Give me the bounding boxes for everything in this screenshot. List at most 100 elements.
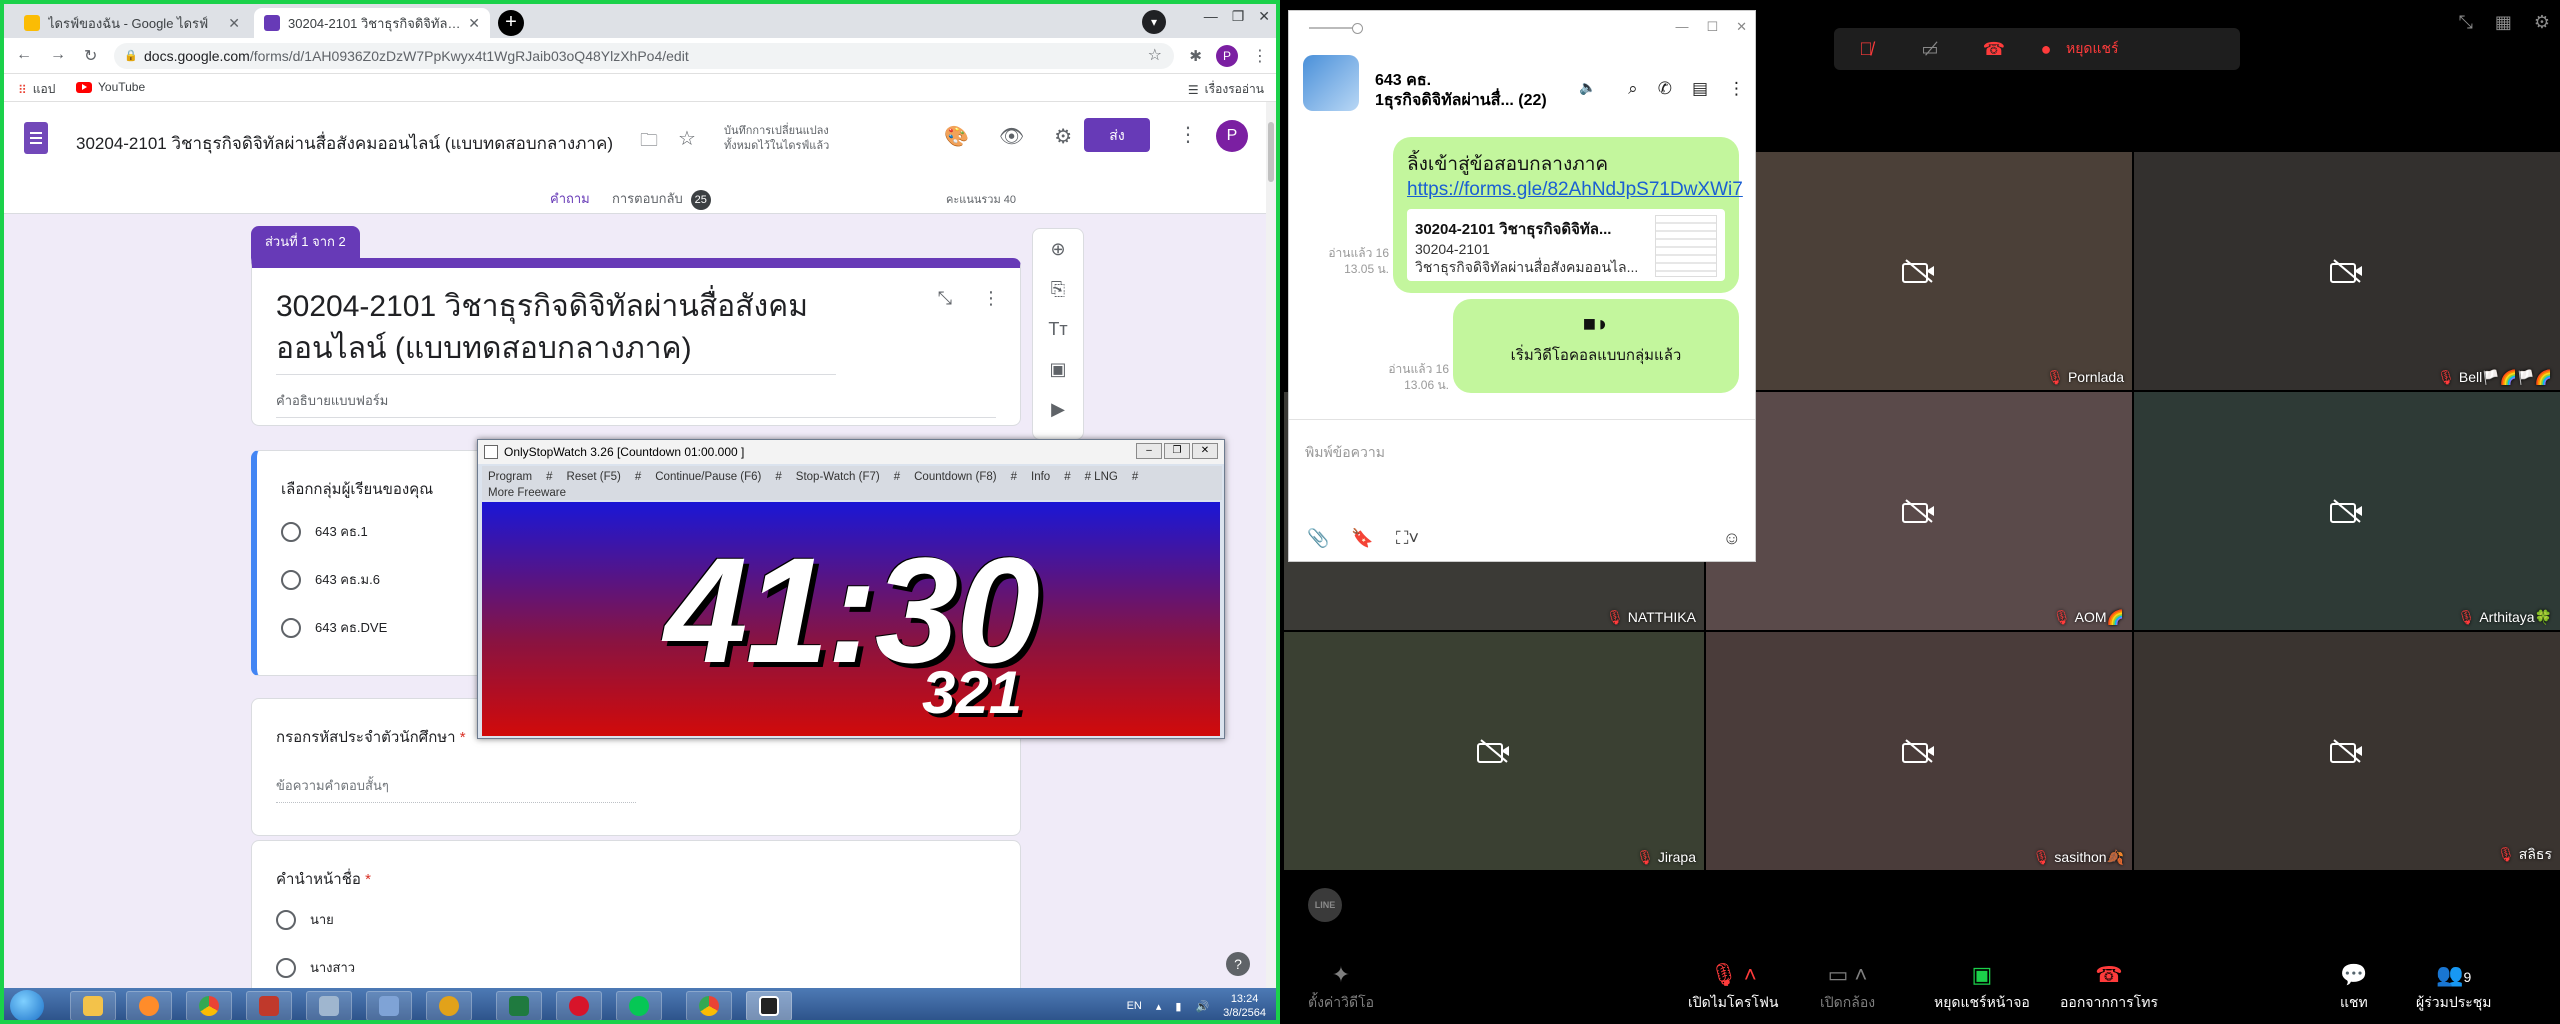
start-button[interactable] (10, 990, 44, 1020)
taskbar-firefox[interactable] (126, 991, 172, 1020)
taskbar-stopwatch[interactable] (746, 991, 792, 1020)
stop-screen-share-button[interactable]: ▣ หยุดแชร์หน้าจอ (1934, 962, 2030, 1014)
radio-circle[interactable] (281, 617, 301, 638)
forms-logo-icon[interactable] (24, 122, 48, 154)
close-icon[interactable]: ✕ (228, 15, 240, 32)
close-icon[interactable]: ✕ (1736, 19, 1747, 35)
taskbar-chrome-profile[interactable] (686, 991, 732, 1020)
chat-menu-icon[interactable]: ⋮ (1728, 79, 1745, 99)
minimize-icon[interactable]: – (1136, 443, 1162, 459)
taskbar-chrome[interactable] (186, 991, 232, 1020)
message-input[interactable]: พิมพ์ข้อความ (1305, 442, 1385, 464)
back-icon[interactable]: ← (16, 46, 32, 64)
participant-tile[interactable]: 🎙 สลิธร (2134, 632, 2560, 870)
menu-lng[interactable]: # LNG (1085, 471, 1118, 483)
minimize-icon[interactable]: — (1675, 19, 1688, 35)
menu-more-freeware[interactable]: More Freeware (488, 485, 1216, 501)
mic-muted-icon[interactable]: 🎙̸ (1834, 39, 1898, 60)
emoji-icon[interactable]: ☺ (1723, 528, 1741, 549)
group-name[interactable]: 643 คธ. 1ธุรกิจดิจิทัลผ่านสื่... (22) (1375, 71, 1547, 111)
save-status[interactable]: บันทึกการเปลี่ยนแปลงทั้งหมดไว้ในไดรฟ์แล้… (724, 124, 844, 154)
close-icon[interactable]: ✕ (1258, 8, 1270, 25)
search-icon[interactable]: ⌕ (1628, 79, 1638, 99)
maximize-icon[interactable]: ❐ (1164, 443, 1190, 459)
taskbar-app[interactable] (306, 991, 352, 1020)
help-icon[interactable]: ? (1226, 952, 1250, 976)
stopwatch-titlebar[interactable]: OnlyStopWatch 3.26 [Countdown 01:00.000 … (478, 440, 1224, 464)
bookmark-youtube[interactable]: YouTube (76, 80, 145, 94)
menu-reset[interactable]: Reset (F5) (567, 471, 621, 483)
folder-icon[interactable]: 🗀 (640, 128, 658, 158)
participant-tile[interactable]: 🎙 AOM🌈 (1706, 392, 2132, 630)
collapse-icon[interactable]: ⤡ (938, 288, 952, 309)
radio-option[interactable]: 643 คธ.1 (281, 521, 368, 542)
radio-circle[interactable] (281, 521, 301, 542)
hangup-icon[interactable]: ☎ (1962, 39, 2026, 60)
chat-message-link[interactable]: ลิ้งเข้าสู่ข้อสอบกลางภาค https://forms.g… (1393, 137, 1743, 293)
menu-stopwatch[interactable]: Stop-Watch (F7) (796, 471, 880, 483)
settings-gear-icon[interactable]: ⚙ (1054, 124, 1072, 149)
add-image-icon[interactable]: ▣ (1033, 349, 1083, 389)
taskbar-app[interactable] (246, 991, 292, 1020)
clock[interactable]: 13:24 3/8/2564 (1223, 992, 1266, 1020)
mute-icon[interactable]: 🔈 (1579, 79, 1596, 96)
opacity-slider[interactable] (1309, 23, 1363, 34)
layout-icon[interactable]: ▦ (2495, 12, 2512, 33)
taskbar-app[interactable] (426, 991, 472, 1020)
url-input[interactable]: 🔒 docs.google.com/forms/d/1AH0936Z0zDzW7… (114, 43, 1174, 69)
shrink-icon[interactable]: ⤡ (2458, 12, 2472, 33)
add-title-icon[interactable]: Tт (1033, 309, 1083, 349)
bookmark-star-icon[interactable]: ☆ (1148, 43, 1162, 69)
bookmark-apps[interactable]: ⠿ แอป (18, 80, 55, 99)
menu-info[interactable]: Info (1031, 471, 1050, 483)
new-tab-button[interactable]: + (498, 10, 524, 36)
chat-message-call[interactable]: ■◗ เริ่มวิดีโอคอลแบบกลุ่มแล้ว (1453, 299, 1739, 393)
bookmark-icon[interactable]: 🔖 (1351, 528, 1373, 549)
language-indicator[interactable]: EN (1127, 1000, 1142, 1012)
chrome-menu-icon[interactable]: ⋮ (1252, 46, 1268, 66)
star-icon[interactable]: ☆ (678, 126, 696, 151)
add-question-icon[interactable]: ⊕ (1033, 229, 1083, 269)
radio-circle[interactable] (276, 909, 296, 930)
leave-call-button[interactable]: ☎ ออกจากการโทร (2060, 962, 2158, 1014)
tab-responses[interactable]: การตอบกลับ 25 (612, 188, 711, 210)
extensions-icon[interactable]: ✱ (1189, 47, 1202, 65)
close-icon[interactable]: ✕ (1192, 443, 1218, 459)
menu-continue-pause[interactable]: Continue/Pause (F6) (655, 471, 761, 483)
participant-tile[interactable]: 🎙 Pornlada (1706, 152, 2132, 390)
preview-eye-icon[interactable]: 👁 (999, 124, 1024, 149)
taskbar-excel[interactable] (496, 991, 542, 1020)
tab-google-form[interactable]: 30204-2101 วิชาธุรกิจดิจิทัลผ่านสื่อฯ ✕ (254, 8, 490, 38)
tab-search-icon[interactable]: ▾ (1142, 10, 1166, 34)
radio-option[interactable]: นาย (276, 909, 334, 930)
form-link[interactable]: https://forms.gle/82AhNdJpS71DwXWi7 (1407, 179, 1743, 200)
volume-icon[interactable]: 🔊 (1195, 1000, 1209, 1013)
menu-countdown[interactable]: Countdown (F8) (914, 471, 996, 483)
minimize-icon[interactable]: — (1204, 8, 1218, 25)
profile-avatar[interactable]: P (1216, 45, 1238, 67)
tray-arrow-icon[interactable]: ▴ (1156, 1000, 1162, 1013)
maximize-icon[interactable]: ❐ (1232, 8, 1245, 25)
chat-button[interactable]: 💬 แชท (2340, 962, 2368, 1014)
call-icon[interactable]: ✆ (1658, 79, 1672, 99)
participant-tile[interactable]: 🎙 sasithon🍂 (1706, 632, 2132, 870)
maximize-icon[interactable]: ☐ (1706, 19, 1718, 35)
account-avatar[interactable]: P (1216, 120, 1248, 152)
forward-icon[interactable]: → (50, 46, 66, 64)
radio-option[interactable]: 643 คธ.DVE (281, 617, 387, 638)
participant-tile[interactable]: 🎙 Bell🏳️🌈🏳️🌈 (2134, 152, 2560, 390)
taskbar-explorer[interactable] (70, 991, 116, 1020)
reload-icon[interactable]: ↻ (84, 46, 97, 66)
tab-google-drive[interactable]: ไดรฟ์ของฉัน - Google ไดรฟ์ ✕ (14, 8, 250, 38)
participant-tile[interactable]: 🎙 Arthitaya🍀 (2134, 392, 2560, 630)
radio-circle[interactable] (276, 957, 296, 978)
add-video-icon[interactable]: ▶ (1033, 389, 1083, 429)
link-preview-card[interactable]: 30204-2101 วิชาธุรกิจดิจิทัล... 30204-21… (1407, 209, 1725, 281)
mic-toggle-button[interactable]: 🎙 ˄ เปิดไมโครโฟน (1688, 962, 1778, 1014)
form-description-field[interactable]: คำอธิบายแบบฟอร์ม (276, 390, 996, 418)
scrollbar-thumb[interactable] (1268, 122, 1274, 182)
taskbar-app[interactable] (366, 991, 412, 1020)
form-doc-title[interactable]: 30204-2101 วิชาธุรกิจดิจิทัลผ่านสื่อสังค… (76, 130, 613, 157)
send-button[interactable]: ส่ง (1084, 118, 1150, 152)
participants-button[interactable]: 👥9 ผู้ร่วมประชุม (2416, 962, 2491, 1014)
